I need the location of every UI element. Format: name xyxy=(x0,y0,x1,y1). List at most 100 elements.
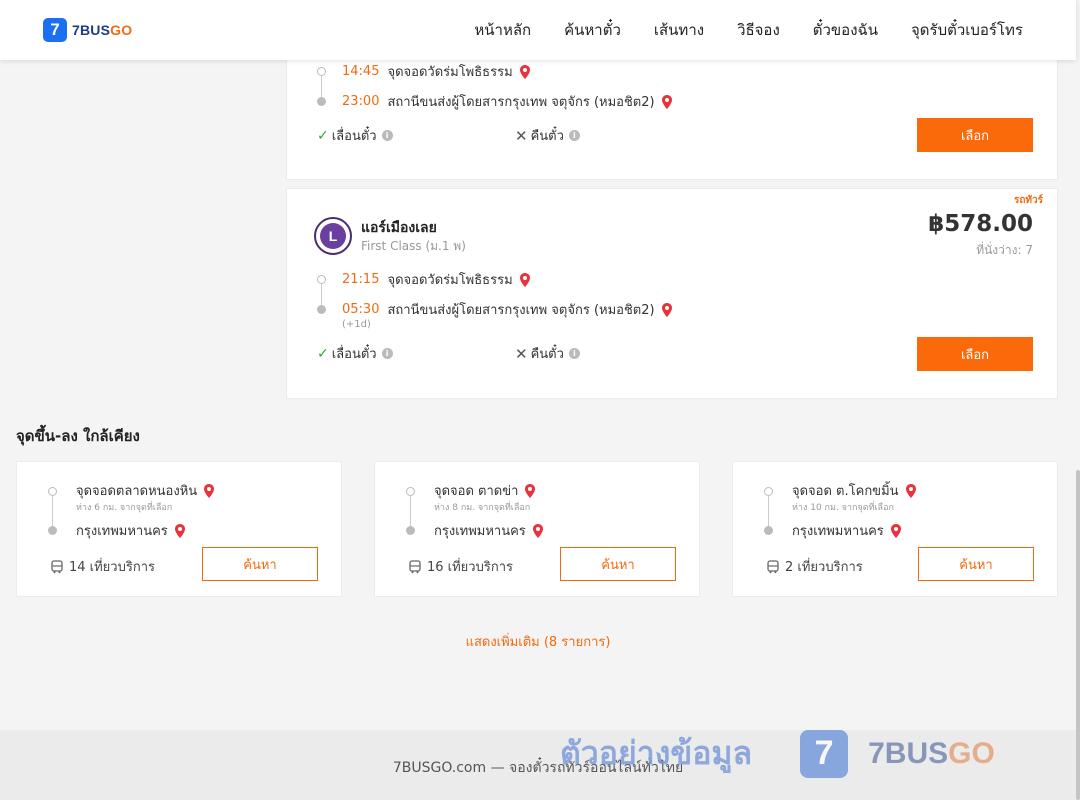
nearby-destination: กรุงเทพมหานคร xyxy=(76,520,187,541)
info-icon[interactable]: i xyxy=(381,348,393,359)
operator-logo-mark: L xyxy=(320,223,346,249)
show-more-link[interactable]: แสดงเพิ่มเติม (8 รายการ) xyxy=(0,631,1076,652)
map-pin-icon[interactable] xyxy=(523,483,537,499)
destination-dot xyxy=(764,526,773,535)
top-header: 7 7BUSGO หน้าหลัก ค้นหาตั๋ว เส้นทาง วิธี… xyxy=(0,0,1076,60)
map-pin-icon[interactable] xyxy=(202,483,216,499)
origin-dot xyxy=(48,487,57,496)
change-ticket-policy: ✓ เลื่อนตั๋ว i xyxy=(317,343,393,364)
departure-stop: 21:15 จุดจอดวัดร่มโพธิธรรม xyxy=(317,269,532,290)
scrollbar-thumb[interactable] xyxy=(1076,470,1080,800)
route-line xyxy=(410,492,411,530)
map-pin-icon[interactable] xyxy=(173,523,187,539)
nearby-origin: จุดจอด ตาดข่า xyxy=(434,480,537,501)
nearby-origin: จุดจอดตลาดหนองหิน xyxy=(76,480,216,501)
bus-type-badge: รถทัวร์ xyxy=(1013,195,1043,206)
logo-mark: 7 xyxy=(43,18,67,42)
arrival-place: สถานีขนส่งผู้โดยสารกรุงเทพ จตุจักร (หมอช… xyxy=(387,303,655,318)
map-pin-icon[interactable] xyxy=(518,64,532,80)
origin-dot xyxy=(406,487,415,496)
seats-available: ที่นั่งว่าง: 7 xyxy=(976,243,1033,257)
select-trip-button[interactable]: เลือก xyxy=(917,118,1033,152)
nearby-distance: ห่าง 6 กม. จากจุดที่เลือก xyxy=(76,503,173,513)
route-line xyxy=(52,492,53,530)
refund-ticket-policy: ✕ คืนตั๋ว i xyxy=(515,343,580,364)
nearby-distance: ห่าง 8 กม. จากจุดที่เลือก xyxy=(434,503,531,513)
arrival-dot xyxy=(317,305,326,314)
info-icon[interactable]: i xyxy=(568,130,580,141)
nearby-search-button[interactable]: ค้นหา xyxy=(918,547,1034,581)
bus-icon xyxy=(51,559,63,573)
nearby-section-title: จุดขึ้น-ลง ใกล้เคียง xyxy=(16,427,140,445)
scrollbar-track[interactable] xyxy=(1076,0,1080,800)
nav-routes[interactable]: เส้นทาง xyxy=(654,18,704,42)
bus-class: First Class (ม.1 พ) xyxy=(361,239,466,253)
map-pin-icon[interactable] xyxy=(660,302,674,318)
departure-stop: 14:45 จุดจอดวัดร่มโพธิธรรม xyxy=(317,61,532,82)
destination-dot xyxy=(406,526,415,535)
trip-card: รถทัวร์ L แอร์เมืองเลย First Class (ม.1 … xyxy=(286,188,1058,399)
arrival-stop: 23:00 สถานีขนส่งผู้โดยสารกรุงเทพ จตุจักร… xyxy=(317,91,674,112)
arrival-time: 23:00 xyxy=(342,94,380,109)
nav-ticket-pickup[interactable]: จุดรับตั๋วเบอร์โทร xyxy=(911,18,1023,42)
info-icon[interactable]: i xyxy=(568,348,580,359)
map-pin-icon[interactable] xyxy=(660,94,674,110)
nav-search-tickets[interactable]: ค้นหาตั๋ว xyxy=(564,18,621,42)
nearby-trip-count: 14 เที่ยวบริการ xyxy=(50,556,155,577)
operator-name: แอร์เมืองเลย xyxy=(361,220,437,236)
arrival-time: 05:30 xyxy=(342,302,380,317)
departure-dot xyxy=(317,67,326,76)
nearby-stop-card: จุดจอด ต.โคกขมิ้น ห่าง 10 กม. จากจุดที่เ… xyxy=(732,461,1058,597)
cross-icon: ✕ xyxy=(515,344,528,363)
departure-place: จุดจอดวัดร่มโพธิธรรม xyxy=(387,273,513,288)
arrival-place: สถานีขนส่งผู้โดยสารกรุงเทพ จตุจักร (หมอช… xyxy=(387,95,655,110)
nearby-stop-card: จุดจอด ตาดข่า ห่าง 8 กม. จากจุดที่เลือก … xyxy=(374,461,700,597)
check-icon: ✓ xyxy=(317,127,329,144)
route-line xyxy=(768,492,769,530)
nearby-search-button[interactable]: ค้นหา xyxy=(202,547,318,581)
watermark-text: ตัวอย่างข้อมูล xyxy=(560,734,753,772)
refund-ticket-label: คืนตั๋ว xyxy=(530,347,564,362)
map-pin-icon[interactable] xyxy=(904,483,918,499)
nearby-search-button[interactable]: ค้นหา xyxy=(560,547,676,581)
change-ticket-label: เลื่อนตั๋ว xyxy=(331,347,377,362)
refund-ticket-label: คืนตั๋ว xyxy=(530,129,564,144)
next-day-indicator: (+1d) xyxy=(342,319,371,330)
nav-home[interactable]: หน้าหลัก xyxy=(474,18,531,42)
nearby-distance: ห่าง 10 กม. จากจุดที่เลือก xyxy=(792,503,894,513)
departure-place: จุดจอดวัดร่มโพธิธรรม xyxy=(387,65,513,80)
select-trip-button[interactable]: เลือก xyxy=(917,337,1033,371)
destination-dot xyxy=(48,526,57,535)
arrival-stop: 05:30 สถานีขนส่งผู้โดยสารกรุงเทพ จตุจักร… xyxy=(317,299,674,320)
watermark-logo-mark: 7 xyxy=(800,729,849,778)
nearby-trip-count: 2 เที่ยวบริการ xyxy=(766,556,863,577)
departure-dot xyxy=(317,275,326,284)
sample-watermark: ตัวอย่างข้อมูล 7 7BUSGO xyxy=(560,728,995,779)
change-ticket-label: เลื่อนตั๋ว xyxy=(331,129,377,144)
nearby-destination: กรุงเทพมหานคร xyxy=(434,520,545,541)
logo-wordmark: 7BUSGO xyxy=(72,22,133,38)
map-pin-icon[interactable] xyxy=(518,272,532,288)
nav-my-tickets[interactable]: ตั๋วของฉัน xyxy=(813,18,878,42)
refund-ticket-policy: ✕ คืนตั๋ว i xyxy=(515,125,580,146)
origin-dot xyxy=(764,487,773,496)
nearby-stop-card: จุดจอดตลาดหนองหิน ห่าง 6 กม. จากจุดที่เล… xyxy=(16,461,342,597)
info-icon[interactable]: i xyxy=(381,130,393,141)
nav-how-to-book[interactable]: วิธีจอง xyxy=(737,18,780,42)
map-pin-icon[interactable] xyxy=(531,523,545,539)
change-ticket-policy: ✓ เลื่อนตั๋ว i xyxy=(317,125,393,146)
map-pin-icon[interactable] xyxy=(889,523,903,539)
cross-icon: ✕ xyxy=(515,126,528,145)
ticket-price: ฿578.00 xyxy=(928,211,1033,237)
bus-icon xyxy=(767,559,779,573)
watermark-brand: 7BUSGO xyxy=(868,736,995,770)
operator-logo: L xyxy=(314,217,352,255)
arrival-dot xyxy=(317,97,326,106)
departure-time: 21:15 xyxy=(342,272,380,287)
nearby-trip-count: 16 เที่ยวบริการ xyxy=(408,556,513,577)
bus-icon xyxy=(409,559,421,573)
main-nav: หน้าหลัก ค้นหาตั๋ว เส้นทาง วิธีจอง ตั๋วข… xyxy=(441,0,1023,60)
site-logo[interactable]: 7 7BUSGO xyxy=(43,18,132,42)
nearby-origin: จุดจอด ต.โคกขมิ้น xyxy=(792,480,918,501)
trip-card: 14:45 จุดจอดวัดร่มโพธิธรรม 23:00 สถานีขน… xyxy=(286,55,1058,180)
